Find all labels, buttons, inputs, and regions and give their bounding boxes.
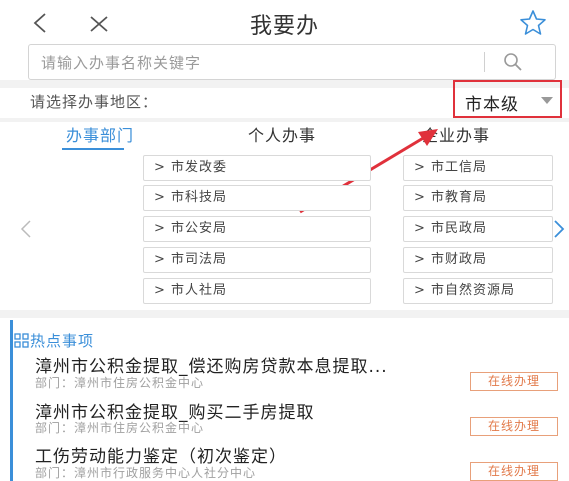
grid-icon: [14, 333, 29, 348]
search-input[interactable]: [39, 45, 483, 81]
online-apply-button[interactable]: 在线办理: [470, 462, 558, 481]
department-item[interactable]: > 市科技局: [143, 185, 371, 211]
department-item[interactable]: > 市民政局: [403, 216, 553, 242]
department-item[interactable]: > 市工信局: [403, 155, 553, 181]
search-divider: [484, 52, 485, 72]
search-icon[interactable]: [503, 52, 523, 72]
region-value: 市本级: [465, 95, 519, 115]
chevron-left-icon[interactable]: [18, 218, 34, 240]
region-select[interactable]: 市本级: [453, 80, 562, 118]
chevron-right-icon[interactable]: [551, 218, 567, 240]
online-apply-button[interactable]: 在线办理: [470, 417, 558, 436]
chevron-down-icon: [541, 97, 553, 104]
star-icon[interactable]: [518, 8, 548, 38]
hot-item-department: 部门：漳州市住房公积金中心: [35, 421, 205, 435]
hot-items-heading: 热点事项: [30, 332, 95, 350]
tab-underline: [62, 148, 124, 150]
hot-item-department: 部门：漳州市行政服务中心人社分中心: [35, 466, 257, 480]
department-item[interactable]: > 市自然资源局: [403, 278, 553, 304]
department-item[interactable]: > 市公安局: [143, 216, 371, 242]
department-item[interactable]: > 市司法局: [143, 247, 371, 273]
department-item[interactable]: > 市发改委: [143, 155, 371, 181]
page-title: 我要办: [249, 14, 319, 39]
department-item[interactable]: > 市教育局: [403, 185, 553, 211]
tab-departments[interactable]: 办事部门: [66, 122, 134, 146]
online-apply-button[interactable]: 在线办理: [470, 372, 558, 391]
department-item[interactable]: > 市财政局: [403, 247, 553, 273]
region-label: 请选择办事地区：: [30, 93, 159, 111]
section-divider: [0, 310, 569, 318]
hot-item-department: 部门：漳州市住房公积金中心: [35, 376, 205, 390]
search-bar: [28, 44, 556, 81]
department-item[interactable]: > 市人社局: [143, 278, 371, 304]
tab-bar: 办事部门 个人办事 企业办事: [0, 120, 569, 152]
